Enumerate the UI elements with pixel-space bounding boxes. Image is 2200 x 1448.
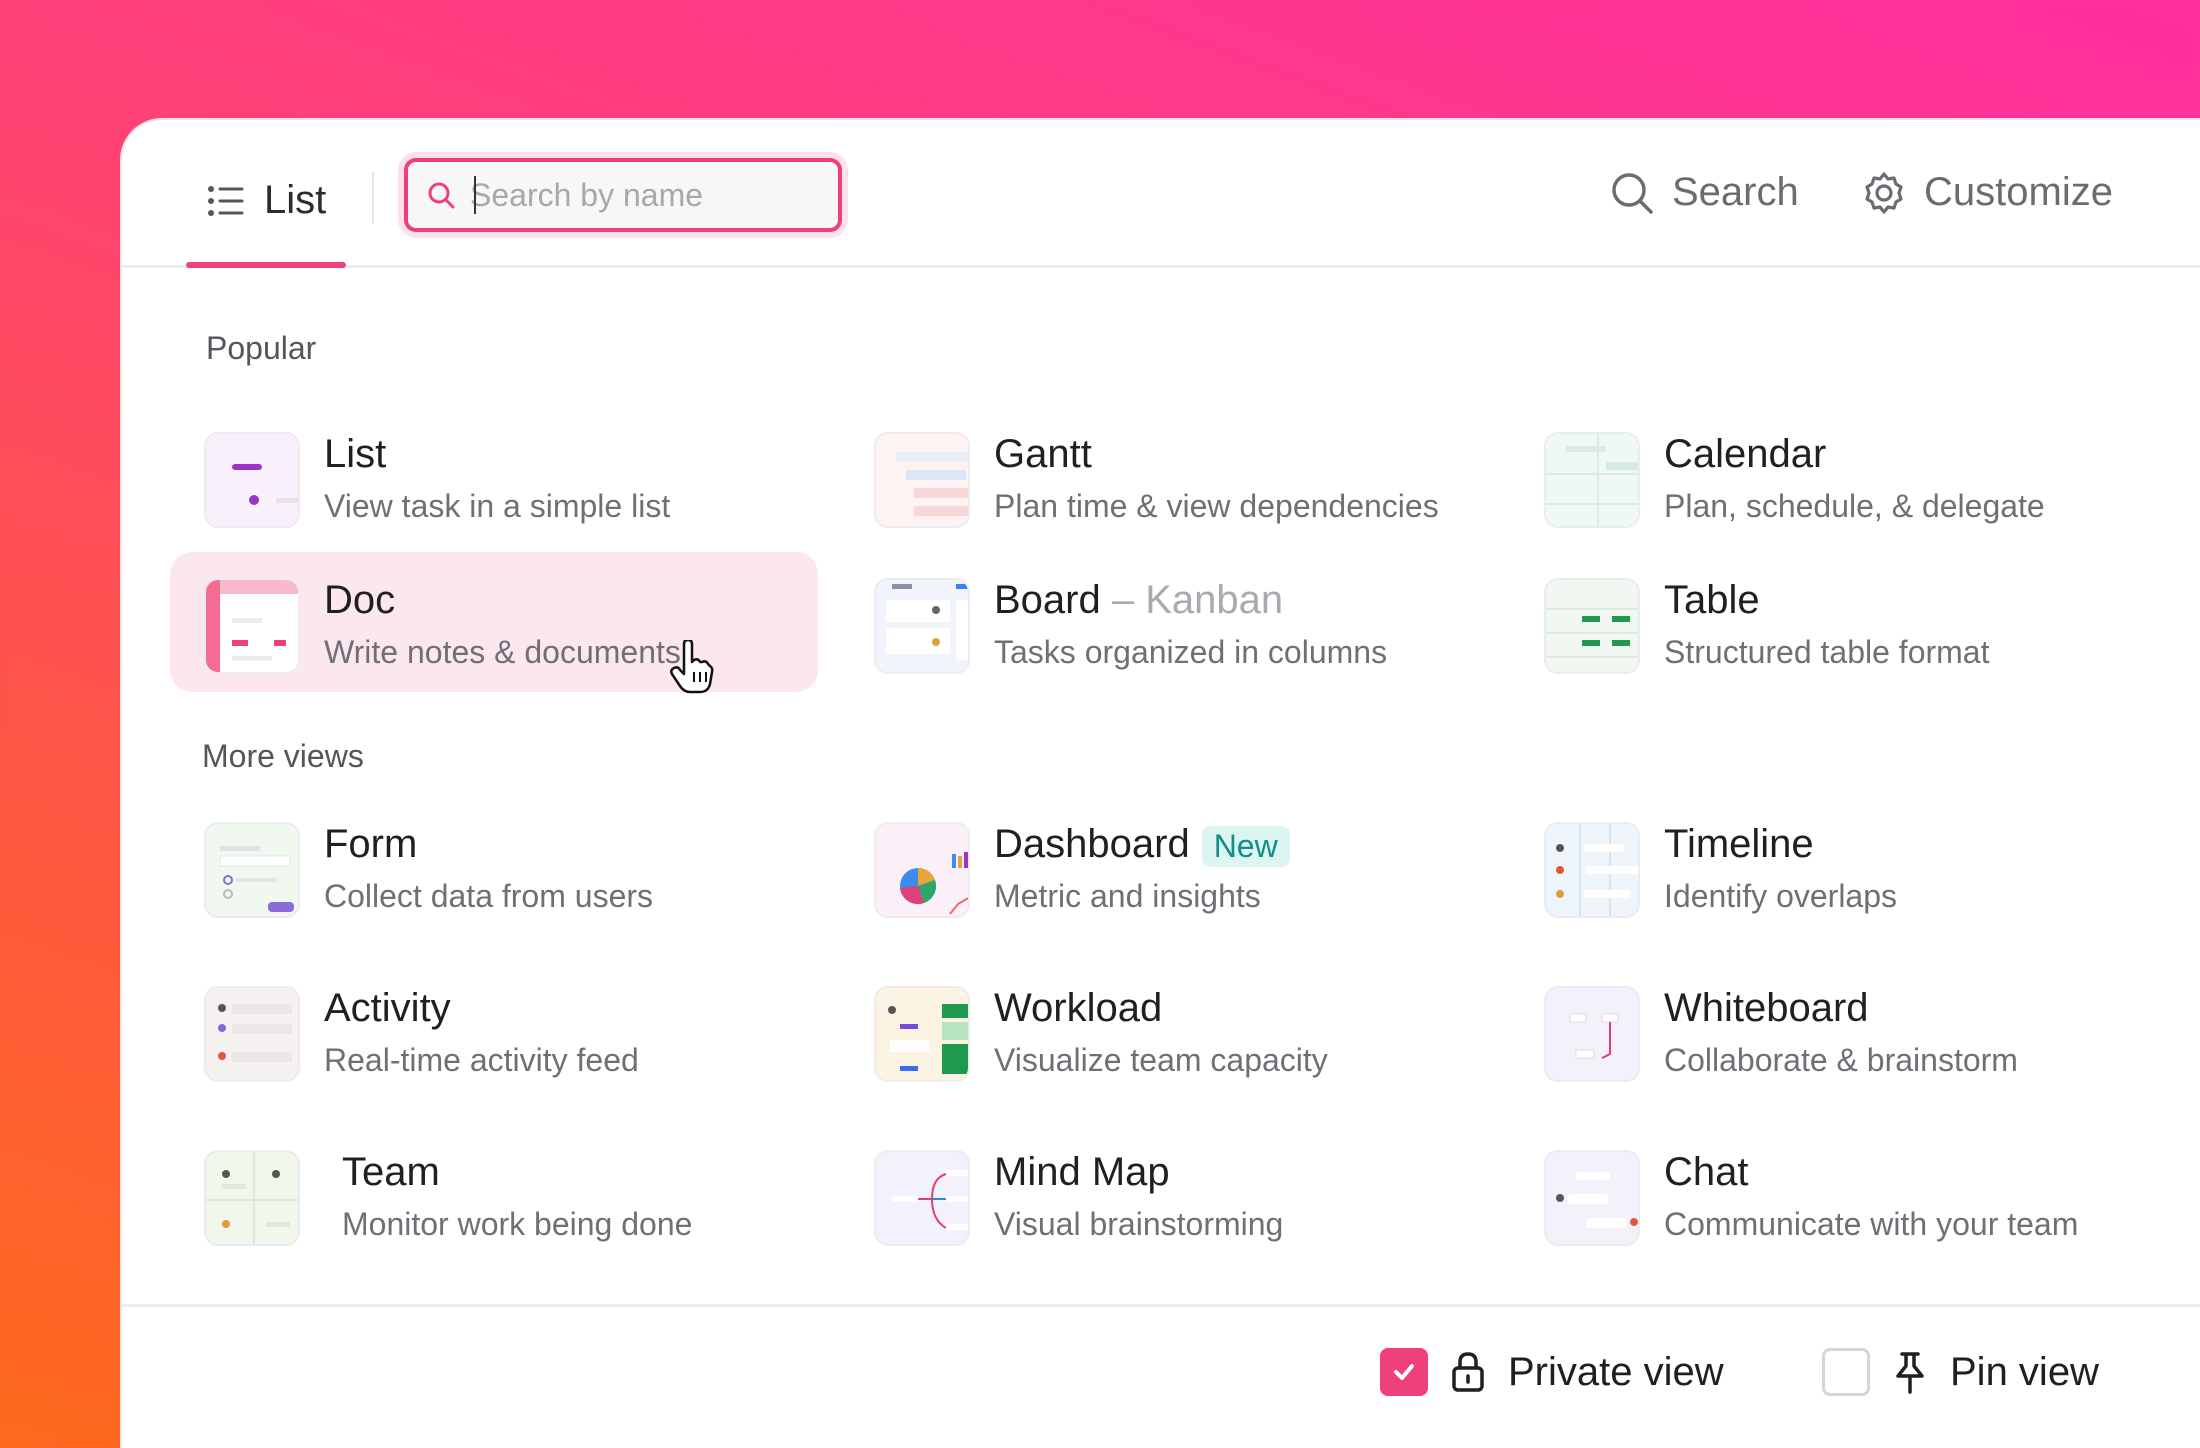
view-option-title: Table	[1664, 578, 1760, 622]
view-option-mind-map[interactable]: Mind Map Visual brainstorming	[840, 1124, 1488, 1264]
view-option-workload[interactable]: Workload Visualize team capacity	[840, 960, 1488, 1100]
view-option-activity[interactable]: Activity Real-time activity feed	[170, 960, 818, 1100]
new-badge: New	[1201, 826, 1290, 867]
workload-view-thumbnail	[874, 986, 970, 1082]
private-view-checkbox[interactable]	[1380, 1348, 1428, 1396]
view-option-table[interactable]: Table Structured table format	[1510, 552, 2158, 692]
search-button[interactable]: Search	[1610, 170, 1799, 215]
view-option-title: Team	[342, 1150, 440, 1194]
view-option-doc[interactable]: Doc Write notes & documents	[170, 552, 818, 692]
tab-list-label: List	[264, 178, 327, 222]
list-icon	[208, 185, 244, 216]
pin-view-toggle[interactable]: Pin view	[1822, 1348, 2099, 1396]
view-option-title: Dashboard New	[994, 822, 1290, 867]
view-option-dashboard[interactable]: Dashboard New Metric and insights	[840, 796, 1488, 936]
view-option-description: Write notes & documents	[324, 634, 681, 670]
customize-button[interactable]: Customize	[1862, 170, 2113, 215]
timeline-view-thumbnail	[1544, 822, 1640, 918]
view-option-team[interactable]: Team Monitor work being done	[170, 1124, 818, 1264]
pin-view-checkbox[interactable]	[1822, 1348, 1870, 1396]
section-title-popular: Popular	[206, 330, 317, 366]
view-picker-panel: List Search Cu	[120, 118, 2200, 1448]
active-tab-indicator	[186, 262, 346, 268]
view-option-title: Timeline	[1664, 822, 1814, 866]
view-option-description: Structured table format	[1664, 634, 1990, 670]
view-option-description: Metric and insights	[994, 878, 1261, 914]
view-option-description: Visualize team capacity	[994, 1042, 1328, 1078]
board-subtitle: – Kanban	[1111, 578, 1284, 622]
view-option-description: Visual brainstorming	[994, 1206, 1284, 1242]
view-option-title: List	[324, 432, 387, 476]
view-option-whiteboard[interactable]: Whiteboard Collaborate & brainstorm	[1510, 960, 2158, 1100]
view-option-title: Doc	[324, 578, 396, 622]
dashboard-view-thumbnail	[874, 822, 970, 918]
search-box[interactable]	[404, 158, 842, 232]
board-view-thumbnail	[874, 578, 970, 674]
header-divider	[372, 172, 374, 224]
view-option-description: Identify overlaps	[1664, 878, 1898, 914]
lock-icon	[1452, 1352, 1484, 1392]
view-option-title: Gantt	[994, 432, 1092, 476]
private-view-toggle[interactable]: Private view	[1380, 1348, 1724, 1396]
view-option-title: Whiteboard	[1664, 986, 1869, 1030]
section-title-more-views: More views	[202, 738, 364, 774]
view-option-title: Activity	[324, 986, 451, 1030]
dashboard-title-text: Dashboard	[994, 822, 1190, 866]
search-button-label: Search	[1672, 170, 1799, 214]
form-view-thumbnail	[204, 822, 300, 918]
search-input[interactable]	[470, 176, 810, 214]
activity-view-thumbnail	[204, 986, 300, 1082]
footer-divider	[122, 1304, 2200, 1307]
view-option-description: Plan, schedule, & delegate	[1664, 488, 2045, 524]
view-option-title: Mind Map	[994, 1150, 1170, 1194]
view-option-list[interactable]: List View task in a simple list	[170, 406, 818, 546]
text-caret	[474, 176, 476, 214]
doc-view-thumbnail	[204, 578, 300, 674]
view-option-description: Collect data from users	[324, 878, 654, 914]
tab-list[interactable]: List	[206, 178, 326, 223]
view-option-calendar[interactable]: Calendar Plan, schedule, & delegate	[1510, 406, 2158, 546]
customize-button-label: Customize	[1924, 170, 2113, 214]
list-view-thumbnail	[204, 432, 300, 528]
view-option-description: Collaborate & brainstorm	[1664, 1042, 2018, 1078]
gantt-view-thumbnail	[874, 432, 970, 528]
search-icon	[1612, 172, 1653, 214]
view-option-timeline[interactable]: Timeline Identify overlaps	[1510, 796, 2158, 936]
view-option-description: Plan time & view dependencies	[994, 488, 1439, 524]
view-option-description: Tasks organized in columns	[994, 634, 1388, 670]
view-option-form[interactable]: Form Collect data from users	[170, 796, 818, 936]
view-option-description: View task in a simple list	[324, 488, 671, 524]
team-view-thumbnail	[204, 1150, 300, 1246]
mind-map-view-thumbnail	[874, 1150, 970, 1246]
view-option-chat[interactable]: Chat Communicate with your team	[1510, 1124, 2158, 1264]
hand-cursor-icon	[670, 640, 714, 694]
search-icon	[428, 182, 455, 209]
board-title-text: Board	[994, 578, 1101, 622]
view-option-description: Communicate with your team	[1664, 1206, 2079, 1242]
view-option-title: Workload	[994, 986, 1163, 1030]
view-option-gantt[interactable]: Gantt Plan time & view dependencies	[840, 406, 1488, 546]
view-picker-header: List Search Cu	[122, 120, 2200, 268]
check-icon	[1394, 1364, 1414, 1380]
view-option-title: Form	[324, 822, 418, 866]
view-option-description: Real-time activity feed	[324, 1042, 639, 1078]
private-view-label: Private view	[1508, 1349, 1724, 1394]
view-option-title: Board – Kanban	[994, 578, 1283, 623]
pin-icon	[1896, 1352, 1924, 1394]
gear-icon	[1865, 171, 1903, 214]
whiteboard-view-thumbnail	[1544, 986, 1640, 1082]
view-option-board[interactable]: Board – Kanban Tasks organized in column…	[840, 552, 1488, 692]
pin-view-label: Pin view	[1950, 1349, 2099, 1394]
table-view-thumbnail	[1544, 578, 1640, 674]
chat-view-thumbnail	[1544, 1150, 1640, 1246]
calendar-view-thumbnail	[1544, 432, 1640, 528]
view-option-description: Monitor work being done	[342, 1206, 693, 1242]
view-option-title: Calendar	[1664, 432, 1827, 476]
view-option-title: Chat	[1664, 1150, 1749, 1194]
